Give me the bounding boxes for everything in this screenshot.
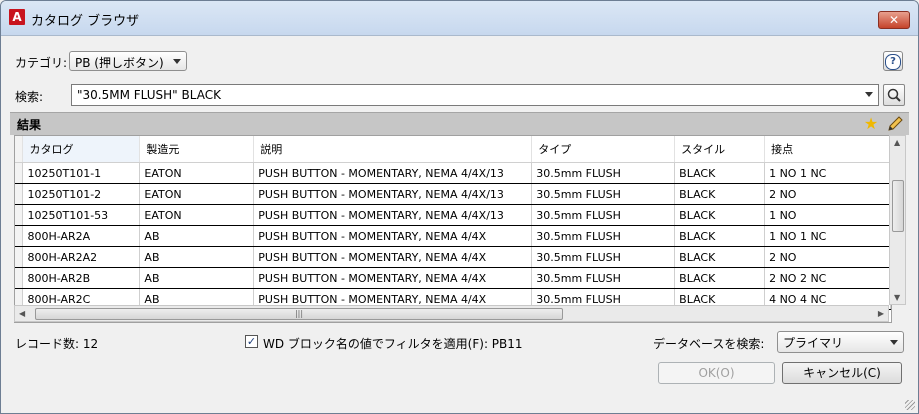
- scroll-left-icon[interactable]: ◀: [19, 309, 25, 318]
- cell-description: PUSH BUTTON - MOMENTARY, NEMA 4/4X: [253, 246, 533, 268]
- results-header: 結果: [10, 112, 909, 135]
- catalog-browser-dialog: A カタログ ブラウザ ✕ カテゴリ: PB (押しボタン) ? 検索: "30…: [0, 0, 919, 414]
- horizontal-scrollbar[interactable]: ◀ ||| ▶: [14, 305, 889, 322]
- cell-catalog: 800H-AR2B: [22, 267, 141, 289]
- cell-type: 30.5mm FLUSH: [531, 246, 676, 268]
- cell-description: PUSH BUTTON - MOMENTARY, NEMA 4/4X/13: [253, 183, 533, 205]
- table-row[interactable]: 10250T101-1 EATON PUSH BUTTON - MOMENTAR…: [15, 162, 891, 184]
- row-header: [15, 267, 24, 289]
- cell-type: 30.5mm FLUSH: [531, 204, 676, 226]
- column-header-catalog[interactable]: カタログ: [22, 136, 141, 163]
- cell-description: PUSH BUTTON - MOMENTARY, NEMA 4/4X: [253, 225, 533, 247]
- help-button[interactable]: ?: [883, 51, 903, 71]
- cell-contacts: 1 NO 1 NC: [764, 225, 891, 247]
- search-input-value: "30.5MM FLUSH" BLACK: [77, 88, 221, 102]
- cell-contacts: 1 NO: [764, 204, 891, 226]
- chevron-down-icon[interactable]: [865, 92, 873, 97]
- table-row[interactable]: 10250T101-53 EATON PUSH BUTTON - MOMENTA…: [15, 204, 891, 226]
- help-icon: ?: [885, 54, 901, 70]
- cell-type: 30.5mm FLUSH: [531, 267, 676, 289]
- search-input[interactable]: "30.5MM FLUSH" BLACK: [71, 84, 879, 106]
- category-select-value: PB (押しボタン): [75, 56, 164, 70]
- cell-catalog: 10250T101-53: [22, 204, 141, 226]
- cell-catalog: 800H-AR2A: [22, 225, 141, 247]
- category-select[interactable]: PB (押しボタン): [69, 51, 187, 71]
- vertical-scroll-thumb[interactable]: [892, 180, 904, 232]
- cell-catalog: 10250T101-2: [22, 183, 141, 205]
- cell-contacts: 2 NO 2 NC: [764, 267, 891, 289]
- scroll-right-icon[interactable]: ▶: [878, 309, 884, 318]
- cell-contacts: 2 NO: [764, 246, 891, 268]
- cell-manufacturer: AB: [139, 225, 255, 247]
- cell-style: BLACK: [674, 225, 766, 247]
- cell-type: 30.5mm FLUSH: [531, 225, 676, 247]
- cell-catalog: 800H-AR2A2: [22, 246, 141, 268]
- cell-manufacturer: AB: [139, 246, 255, 268]
- record-count: レコード数: 12: [15, 337, 99, 351]
- column-header-style[interactable]: スタイル: [674, 136, 766, 163]
- row-header: [15, 246, 24, 268]
- cell-type: 30.5mm FLUSH: [531, 162, 676, 184]
- column-header-type[interactable]: タイプ: [531, 136, 676, 163]
- search-icon: [887, 88, 901, 102]
- cell-manufacturer: AB: [139, 267, 255, 289]
- category-label: カテゴリ:: [15, 56, 68, 70]
- autocad-app-icon: A: [9, 9, 25, 25]
- title-bar: A カタログ ブラウザ ✕: [1, 1, 918, 36]
- chevron-down-icon: [890, 340, 898, 345]
- cell-description: PUSH BUTTON - MOMENTARY, NEMA 4/4X: [253, 267, 533, 289]
- results-table: カタログ 製造元 説明 タイプ スタイル 接点 10250T101-1 EATO…: [14, 135, 892, 323]
- scroll-down-icon[interactable]: ▼: [894, 293, 900, 302]
- cell-description: PUSH BUTTON - MOMENTARY, NEMA 4/4X/13: [253, 204, 533, 226]
- ok-button[interactable]: OK(O): [658, 362, 775, 384]
- resize-grip[interactable]: [905, 400, 915, 410]
- cell-catalog: 10250T101-1: [22, 162, 141, 184]
- vertical-scrollbar[interactable]: ▲ ▼: [889, 135, 906, 305]
- cell-contacts: 1 NO 1 NC: [764, 162, 891, 184]
- cell-type: 30.5mm FLUSH: [531, 183, 676, 205]
- cell-style: BLACK: [674, 162, 766, 184]
- scroll-up-icon[interactable]: ▲: [894, 138, 900, 147]
- filter-checkbox-label[interactable]: WD ブロック名の値でフィルタを適用(F): PB11: [263, 335, 523, 352]
- chevron-down-icon: [173, 59, 181, 64]
- row-header-corner: [15, 136, 24, 163]
- database-select[interactable]: プライマリ: [777, 331, 904, 353]
- cell-style: BLACK: [674, 183, 766, 205]
- column-header-contacts[interactable]: 接点: [764, 136, 891, 163]
- cell-contacts: 2 NO: [764, 183, 891, 205]
- cell-style: BLACK: [674, 204, 766, 226]
- pencil-edit-icon[interactable]: [885, 114, 905, 134]
- cell-manufacturer: EATON: [139, 204, 255, 226]
- table-row[interactable]: 800H-AR2A AB PUSH BUTTON - MOMENTARY, NE…: [15, 225, 891, 247]
- checkmark-icon: ✓: [246, 335, 257, 348]
- table-row[interactable]: 800H-AR2A2 AB PUSH BUTTON - MOMENTARY, N…: [15, 246, 891, 268]
- table-header-row: カタログ 製造元 説明 タイプ スタイル 接点: [15, 136, 891, 163]
- results-title: 結果: [17, 118, 42, 132]
- table-row[interactable]: 10250T101-2 EATON PUSH BUTTON - MOMENTAR…: [15, 183, 891, 205]
- column-header-manufacturer[interactable]: 製造元: [139, 136, 255, 163]
- database-search-label: データベースを検索:: [653, 337, 765, 351]
- cancel-button[interactable]: キャンセル(C): [782, 362, 902, 384]
- row-header: [15, 204, 24, 226]
- search-label: 検索:: [15, 90, 44, 104]
- filter-checkbox[interactable]: ✓: [245, 335, 258, 348]
- close-button[interactable]: ✕: [878, 11, 910, 29]
- grip-icon: |||: [294, 309, 304, 318]
- column-header-description[interactable]: 説明: [253, 136, 533, 163]
- search-button[interactable]: [883, 84, 905, 106]
- row-header: [15, 225, 24, 247]
- cell-description: PUSH BUTTON - MOMENTARY, NEMA 4/4X/13: [253, 162, 533, 184]
- row-header: [15, 162, 24, 184]
- horizontal-scroll-thumb[interactable]: |||: [35, 308, 563, 320]
- cell-style: BLACK: [674, 267, 766, 289]
- window-title: カタログ ブラウザ: [31, 14, 140, 29]
- cell-manufacturer: EATON: [139, 162, 255, 184]
- table-row[interactable]: 800H-AR2B AB PUSH BUTTON - MOMENTARY, NE…: [15, 267, 891, 289]
- database-select-value: プライマリ: [783, 336, 844, 350]
- cell-manufacturer: EATON: [139, 183, 255, 205]
- row-header: [15, 183, 24, 205]
- favorites-star-icon[interactable]: ★: [861, 114, 881, 134]
- cell-style: BLACK: [674, 246, 766, 268]
